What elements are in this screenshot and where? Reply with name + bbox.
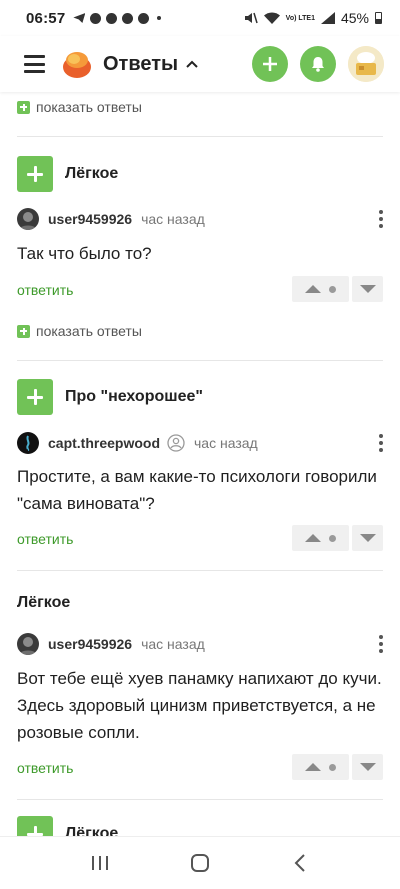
answer-title[interactable]: Про "нехорошее" [65, 388, 203, 406]
telegram-icon [73, 13, 86, 23]
wifi-icon [263, 12, 280, 24]
show-answers-link[interactable]: показать ответы [17, 99, 142, 115]
chevron-up-icon[interactable] [186, 60, 198, 68]
notification-icons [73, 12, 162, 24]
comment-author-row: user9459926 час назад [17, 208, 383, 230]
battery-percent: 45% [340, 10, 369, 26]
comment-time: час назад [141, 636, 205, 652]
network-type-label: Vo) LTE1 [285, 14, 315, 22]
arrow-up-icon [304, 285, 321, 293]
answer-title[interactable]: Лёгкое [17, 594, 70, 612]
status-time: 06:57 [26, 9, 66, 27]
comment-author-row: capt.threepwood час назад [17, 432, 383, 454]
more-options-icon[interactable] [378, 635, 383, 653]
expand-button[interactable] [17, 816, 53, 836]
upvote-button[interactable] [292, 276, 349, 302]
upvote-button[interactable] [292, 754, 349, 780]
expand-button[interactable] [17, 379, 53, 415]
comment-author-row: user9459926 час назад [17, 633, 383, 655]
more-options-icon[interactable] [378, 210, 383, 228]
answer-header: Лёгкое [17, 156, 118, 192]
home-button[interactable] [188, 851, 212, 875]
back-button[interactable] [288, 851, 312, 875]
downvote-button[interactable] [352, 525, 383, 551]
upvote-button[interactable] [292, 525, 349, 551]
username[interactable]: user9459926 [48, 636, 132, 652]
divider [17, 799, 383, 800]
username[interactable]: capt.threepwood [48, 435, 160, 451]
user-avatar[interactable] [17, 633, 39, 655]
divider [17, 136, 383, 137]
score-dot [329, 534, 337, 542]
answer-title[interactable]: Лёгкое [65, 165, 118, 183]
comment-text: Вот тебе ещё хуев панамку напихают до ку… [17, 669, 382, 742]
avatar-image [348, 46, 384, 82]
user-avatar[interactable] [17, 208, 39, 230]
arrow-up-icon [304, 763, 321, 771]
vote-controls [292, 754, 383, 780]
notifications-button[interactable] [300, 46, 336, 82]
facebook-icon [106, 12, 118, 24]
app-notification-icon [138, 12, 150, 24]
home-icon [191, 854, 209, 872]
add-question-button[interactable] [252, 46, 288, 82]
comment-time: час назад [141, 211, 205, 227]
arrow-down-icon [359, 285, 376, 293]
more-options-icon[interactable] [378, 434, 383, 452]
menu-icon[interactable] [24, 55, 45, 73]
downvote-button[interactable] [352, 276, 383, 302]
bell-icon [312, 57, 324, 72]
page-title[interactable]: Ответы [103, 53, 178, 76]
username[interactable]: user9459926 [48, 211, 132, 227]
plus-icon [17, 100, 30, 114]
facebook-icon [122, 12, 134, 24]
recent-apps-icon [92, 856, 108, 870]
app-header: Ответы [0, 36, 400, 92]
app-logo[interactable] [61, 48, 93, 80]
score-dot [329, 763, 337, 771]
answer-header: Лёгкое [17, 816, 118, 836]
arrow-down-icon [359, 763, 376, 771]
answer-header: Про "нехорошее" [17, 379, 203, 415]
show-answers-label: показать ответы [36, 323, 142, 339]
vote-controls [292, 525, 383, 551]
plus-icon [263, 57, 277, 71]
divider [17, 570, 383, 571]
vote-controls [292, 276, 383, 302]
system-nav-bar [0, 836, 400, 889]
profile-avatar[interactable] [348, 46, 384, 82]
expand-button[interactable] [17, 156, 53, 192]
mute-icon [244, 12, 258, 24]
arrow-down-icon [359, 534, 376, 542]
score-dot [329, 285, 337, 293]
status-bar: 06:57 Vo) LTE1 45% [0, 0, 400, 36]
plus-icon [17, 324, 30, 338]
reply-link[interactable]: ответить [17, 282, 73, 298]
recent-apps-button[interactable] [88, 851, 112, 875]
battery-icon [375, 12, 382, 24]
arrow-up-icon [304, 534, 321, 542]
answer-title[interactable]: Лёгкое [65, 825, 118, 836]
answers-feed: показать ответы Лёгкое user9459926 час н… [0, 92, 400, 836]
divider [17, 360, 383, 361]
comment-text: Так что было то? [17, 244, 152, 263]
user-status-icon [167, 434, 185, 452]
show-answers-label: показать ответы [36, 99, 142, 115]
back-chevron-icon [294, 854, 305, 872]
show-answers-link[interactable]: показать ответы [17, 323, 142, 339]
comment-time: час назад [194, 435, 258, 451]
downvote-button[interactable] [352, 754, 383, 780]
facebook-icon [90, 12, 102, 24]
signal-icon [320, 12, 335, 24]
more-notifications-icon [157, 16, 162, 20]
comment-text: Простите, а вам какие-то психологи говор… [17, 467, 377, 513]
reply-link[interactable]: ответить [17, 531, 73, 547]
user-avatar[interactable] [17, 432, 39, 454]
reply-link[interactable]: ответить [17, 760, 73, 776]
